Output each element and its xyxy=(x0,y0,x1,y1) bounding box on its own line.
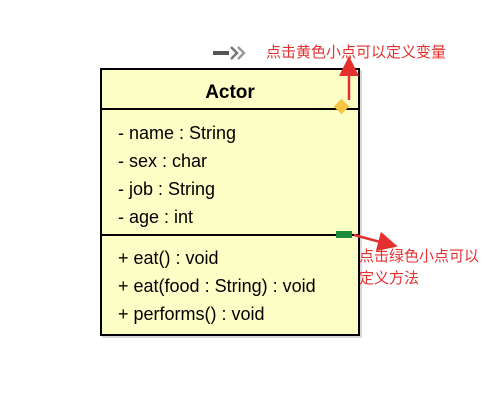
attribute-item[interactable]: - age : int xyxy=(118,207,193,227)
attribute-item[interactable]: - name : String xyxy=(118,123,236,143)
operation-item[interactable]: + performs() : void xyxy=(118,304,265,324)
double-chevron-right-icon[interactable] xyxy=(213,46,249,60)
attributes-divider xyxy=(102,234,358,236)
add-operation-handle[interactable] xyxy=(336,231,352,238)
yellow-handle-note: 点击黄色小点可以定义变量 xyxy=(266,44,447,61)
name-divider xyxy=(102,108,358,110)
diagram-canvas: Actor - name : String - sex : char - job… xyxy=(0,0,489,412)
green-handle-note: 点击绿色小点可以定义方法 xyxy=(359,248,480,287)
operation-item[interactable]: + eat() : void xyxy=(118,248,219,268)
attribute-item[interactable]: - sex : char xyxy=(118,151,207,171)
uml-class-box[interactable]: Actor - name : String - sex : char - job… xyxy=(100,68,360,336)
class-name[interactable]: Actor xyxy=(102,70,358,110)
attribute-item[interactable]: - job : String xyxy=(118,179,215,199)
operation-item[interactable]: + eat(food : String) : void xyxy=(118,276,316,296)
